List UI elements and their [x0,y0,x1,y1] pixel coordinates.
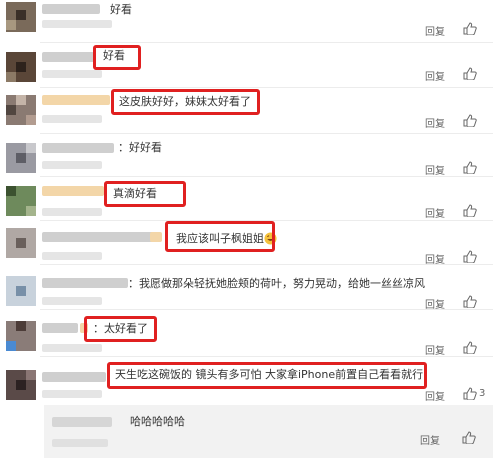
thumbs-up-icon[interactable] [463,161,477,174]
username-redacted[interactable] [42,278,128,288]
comment-4: ：好好看 回复 [0,133,499,177]
reply-button[interactable]: 回复 [425,342,445,357]
comment-meta-redacted [42,115,102,123]
thumbs-up-icon[interactable] [463,341,477,354]
username-redacted-tail [150,232,162,242]
comment-meta-redacted [42,390,102,398]
highlight-box [93,45,141,70]
highlight-box [111,89,260,115]
avatar[interactable] [6,2,36,32]
username-redacted[interactable] [42,4,100,14]
avatar[interactable] [6,321,36,351]
highlight-box [165,221,275,252]
comment-meta-redacted [42,208,102,216]
reply-button[interactable]: 回复 [425,388,445,403]
reply-button[interactable]: 回复 [420,432,440,447]
reply-button[interactable]: 回复 [425,23,445,38]
avatar[interactable] [6,95,36,125]
avatar[interactable] [6,52,36,82]
username-redacted[interactable] [42,52,94,62]
comment-2: 好看 回复 [0,42,499,86]
reply-button[interactable]: 回复 [425,162,445,177]
comment-meta-redacted [42,252,102,260]
reply-button[interactable]: 回复 [425,115,445,130]
avatar[interactable] [6,186,36,216]
thumbs-up-icon[interactable] [463,114,477,127]
sub-reply-panel: 哈哈哈哈哈 回复 [44,405,493,458]
comment-meta-redacted [42,297,102,305]
comment-meta-redacted [42,344,102,352]
comment-8: ：太好看了 回复 [0,309,499,357]
username-redacted[interactable] [42,143,114,153]
username-redacted[interactable] [42,186,104,196]
thumbs-up-icon[interactable] [463,250,477,263]
comment-text: ：我愿做那朵轻抚她脸颊的荷叶，努力晃动，给她一丝丝凉风 [128,277,425,290]
username-redacted[interactable] [42,372,106,382]
comment-9: 天生吃这碗饭的 镜头有多可怕 大家拿iPhone前置自己看看就行 回复 3 [0,356,499,406]
username-redacted[interactable] [42,232,160,242]
comment-1: 好看 回复 [0,0,499,44]
comment-5: 真滴好看 回复 [0,176,499,221]
reply-button[interactable]: 回复 [425,68,445,83]
like-count: 3 [479,388,486,399]
avatar[interactable] [6,276,36,306]
comment-text: ：好好看 [118,141,162,154]
username-redacted[interactable] [42,323,78,333]
avatar[interactable] [6,143,36,173]
sub-reply-text: 哈哈哈哈哈 [130,415,185,428]
sub-reply-meta-redacted [52,439,108,447]
username-redacted[interactable] [42,95,110,105]
comment-3: 这皮肤好好，妹妹太好看了 回复 [0,87,499,135]
thumbs-up-icon[interactable] [463,295,477,308]
username-redacted[interactable] [52,417,112,427]
avatar[interactable] [6,228,36,258]
comment-meta-redacted [42,161,102,169]
thumbs-up-icon[interactable] [463,67,477,80]
highlight-box [107,362,427,389]
highlight-box [84,316,157,342]
thumbs-up-icon[interactable] [462,431,476,444]
reply-button[interactable]: 回复 [425,205,445,220]
comment-6: 我应该叫子枫姐姐 回复 [0,220,499,266]
comment-meta-redacted [42,70,102,78]
thumbs-up-icon[interactable] [463,204,477,217]
thumbs-up-icon[interactable] [463,22,477,35]
comment-meta-redacted [42,20,112,28]
highlight-box [104,181,186,207]
avatar[interactable] [6,370,36,400]
comment-text: 好看 [110,3,132,16]
comment-7: ：我愿做那朵轻抚她脸颊的荷叶，努力晃动，给她一丝丝凉风 回复 [0,264,499,311]
thumbs-up-icon[interactable] [463,387,477,400]
